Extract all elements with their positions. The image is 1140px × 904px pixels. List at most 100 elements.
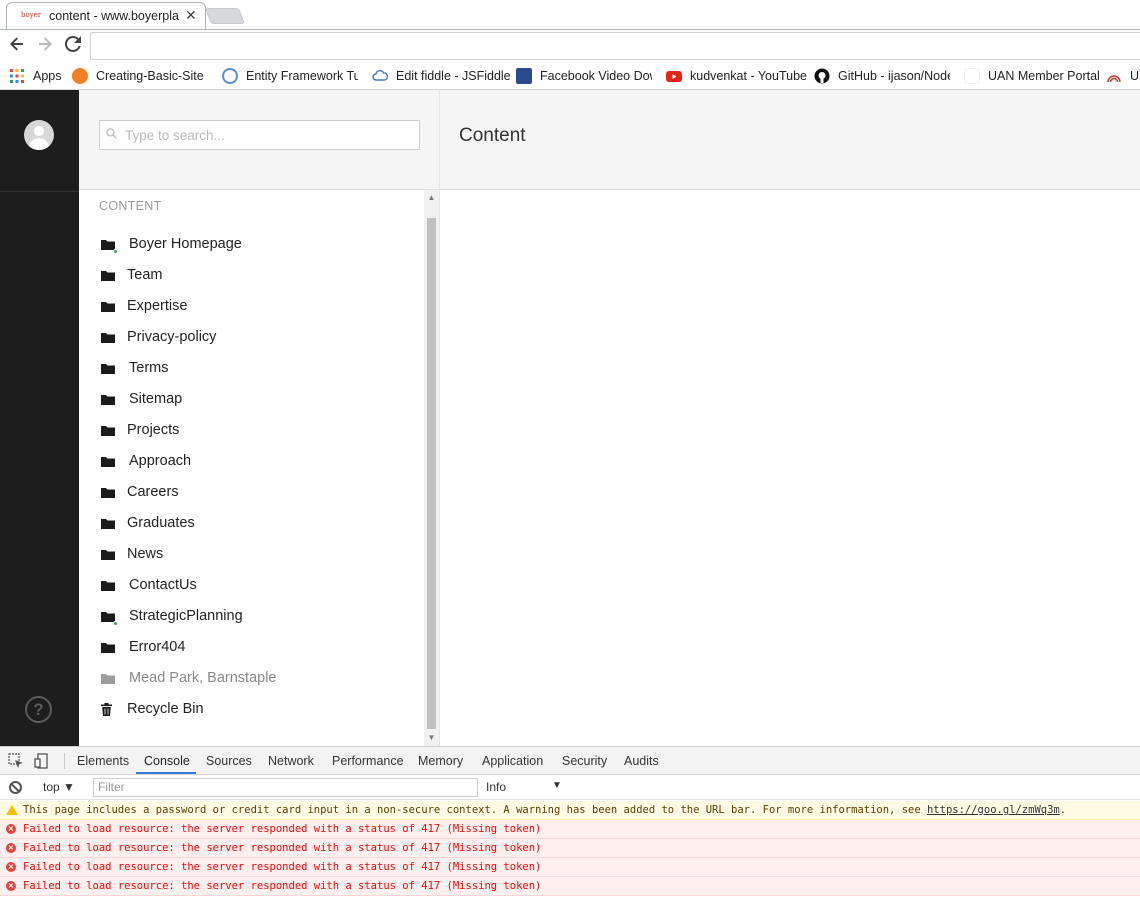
tree-item-boyer-homepage[interactable]: Boyer Homepage: [79, 231, 419, 262]
blank-page-icon: [964, 68, 980, 84]
tree-item-recycle-bin[interactable]: Recycle Bin: [79, 696, 419, 727]
bookmark-label: Entity Framework Tut: [246, 69, 358, 83]
console-message-text: Failed to load resource: the server resp…: [23, 861, 542, 873]
console-filter-input[interactable]: Filter: [93, 778, 478, 797]
warning-icon: [6, 805, 18, 815]
github-icon: [814, 68, 830, 84]
warning-suffix: .: [1059, 804, 1067, 816]
scroll-up-arrow-icon[interactable]: ▲: [424, 190, 439, 206]
tab-application[interactable]: Application: [482, 754, 543, 768]
console-error-message: × Failed to load resource: the server re…: [0, 839, 1140, 858]
search-icon: [106, 128, 117, 139]
address-bar[interactable]: [90, 32, 1140, 60]
context-value: top: [43, 780, 60, 794]
published-indicator: [113, 621, 118, 626]
search-input[interactable]: [125, 125, 405, 145]
boyer-favicon-icon: boyer: [21, 11, 42, 19]
bookmark-apps[interactable]: Apps: [9, 67, 69, 85]
tree-item-careers[interactable]: Careers: [79, 479, 419, 510]
bookmark-label: Creating-Basic-Site -: [96, 69, 206, 83]
bookmark-facebook-video[interactable]: Facebook Video Dow: [516, 67, 656, 85]
tab-sources[interactable]: Sources: [206, 754, 252, 768]
tab-performance[interactable]: Performance: [332, 754, 404, 768]
tree-item-projects[interactable]: Projects: [79, 417, 419, 448]
log-level-select[interactable]: Info: [486, 780, 506, 794]
tree-item-mead-park[interactable]: Mead Park, Barnstaple: [79, 665, 419, 696]
user-avatar[interactable]: [24, 120, 54, 150]
new-tab-button[interactable]: [205, 8, 245, 24]
chevron-down-icon[interactable]: ▼: [552, 780, 562, 791]
warning-link[interactable]: https://goo.gl/zmWq3m: [927, 804, 1060, 816]
tab-memory[interactable]: Memory: [418, 754, 463, 768]
console-message-text: Failed to load resource: the server resp…: [23, 842, 542, 854]
tree-item-terms[interactable]: Terms: [79, 355, 419, 386]
bookmark-label: Facebook Video Dow: [540, 69, 652, 83]
tree-item-label: Terms: [129, 360, 169, 376]
tree-item-label: Careers: [127, 484, 179, 500]
bookmark-creating-basic-site[interactable]: Creating-Basic-Site -: [72, 67, 212, 85]
scroll-down-arrow-icon[interactable]: ▼: [424, 730, 439, 746]
tree-item-label: News: [127, 546, 164, 562]
folder-icon: [101, 457, 115, 467]
left-sidebar: ?: [0, 90, 79, 746]
error-icon: ×: [6, 824, 16, 834]
bookmark-youtube[interactable]: kudvenkat - YouTube: [666, 67, 807, 85]
tree-item-label: Recycle Bin: [127, 701, 204, 717]
tree-item-strategicplanning[interactable]: StrategicPlanning: [79, 603, 419, 634]
tab-console[interactable]: Console: [144, 754, 190, 768]
tree-item-team[interactable]: Team: [79, 262, 419, 293]
folder-icon: [101, 519, 115, 529]
console-error-message: × Failed to load resource: the server re…: [0, 820, 1140, 839]
bookmark-label: UAN Member Portal: [988, 69, 1100, 83]
browser-tab[interactable]: boyer content - www.boyerplan ✕: [6, 2, 206, 30]
fbdown-icon: [516, 68, 532, 84]
tree-item-label: Expertise: [127, 298, 188, 314]
tab-network[interactable]: Network: [268, 754, 314, 768]
context-select[interactable]: top ▼: [43, 780, 75, 794]
tree-item-label: Mead Park, Barnstaple: [129, 670, 277, 686]
bookmark-entity-framework[interactable]: Entity Framework Tut: [222, 67, 362, 85]
scroll-thumb[interactable]: [427, 218, 436, 729]
folder-icon: [101, 674, 115, 684]
bookmark-emblem[interactable]: U: [1106, 67, 1140, 85]
back-button[interactable]: [7, 36, 27, 56]
tree-item-sitemap[interactable]: Sitemap: [79, 386, 419, 417]
tab-security[interactable]: Security: [562, 754, 607, 768]
bookmarks-bar: Apps Creating-Basic-Site - Entity Framew…: [0, 62, 1140, 90]
forward-button[interactable]: [35, 36, 55, 56]
help-icon[interactable]: ?: [25, 696, 52, 723]
tree-item-news[interactable]: News: [79, 541, 419, 572]
bookmark-uan-portal[interactable]: UAN Member Portal: [964, 67, 1104, 85]
clear-console-icon[interactable]: [9, 781, 22, 794]
device-toolbar-icon[interactable]: [34, 753, 50, 769]
tree-item-label: Team: [127, 267, 163, 283]
bookmark-label: U: [1130, 69, 1140, 83]
tree-item-privacy-policy[interactable]: Privacy-policy: [79, 324, 419, 355]
devtools-tabbar: Elements Console Sources Network Perform…: [0, 747, 1140, 775]
tree-item-contactus[interactable]: ContactUs: [79, 572, 419, 603]
tab-audits[interactable]: Audits: [624, 754, 659, 768]
reload-button[interactable]: [63, 35, 83, 56]
console-warning-message: This page includes a password or credit …: [0, 801, 1140, 820]
tree-scrollbar[interactable]: ▲ ▼: [424, 190, 439, 746]
console-message-text: This page includes a password or credit …: [23, 801, 1066, 819]
close-tab-icon[interactable]: ✕: [185, 7, 197, 24]
tree-item-expertise[interactable]: Expertise: [79, 293, 419, 324]
tree-item-error404[interactable]: Error404: [79, 634, 419, 665]
bookmark-label: Apps: [33, 69, 62, 83]
tab-elements[interactable]: Elements: [77, 754, 129, 768]
tree-item-label: Error404: [129, 639, 186, 655]
tree-item-label: Sitemap: [129, 391, 183, 407]
tree-item-graduates[interactable]: Graduates: [79, 510, 419, 541]
tree-item-label: Graduates: [127, 515, 195, 531]
warning-text: This page includes a password or credit …: [23, 804, 927, 816]
inspect-element-icon[interactable]: [8, 753, 24, 769]
bookmark-github[interactable]: GitHub - ijason/Node: [814, 67, 954, 85]
bookmark-jsfiddle[interactable]: Edit fiddle - JSFiddle: [372, 67, 512, 85]
tree-item-label: StrategicPlanning: [129, 608, 243, 624]
browser-tabstrip: boyer content - www.boyerplan ✕: [0, 0, 1140, 30]
search-box: [99, 120, 420, 150]
tab-title: content - www.boyerplan: [49, 9, 179, 23]
tree-item-approach[interactable]: Approach: [79, 448, 419, 479]
sidebar-divider: [0, 191, 79, 192]
